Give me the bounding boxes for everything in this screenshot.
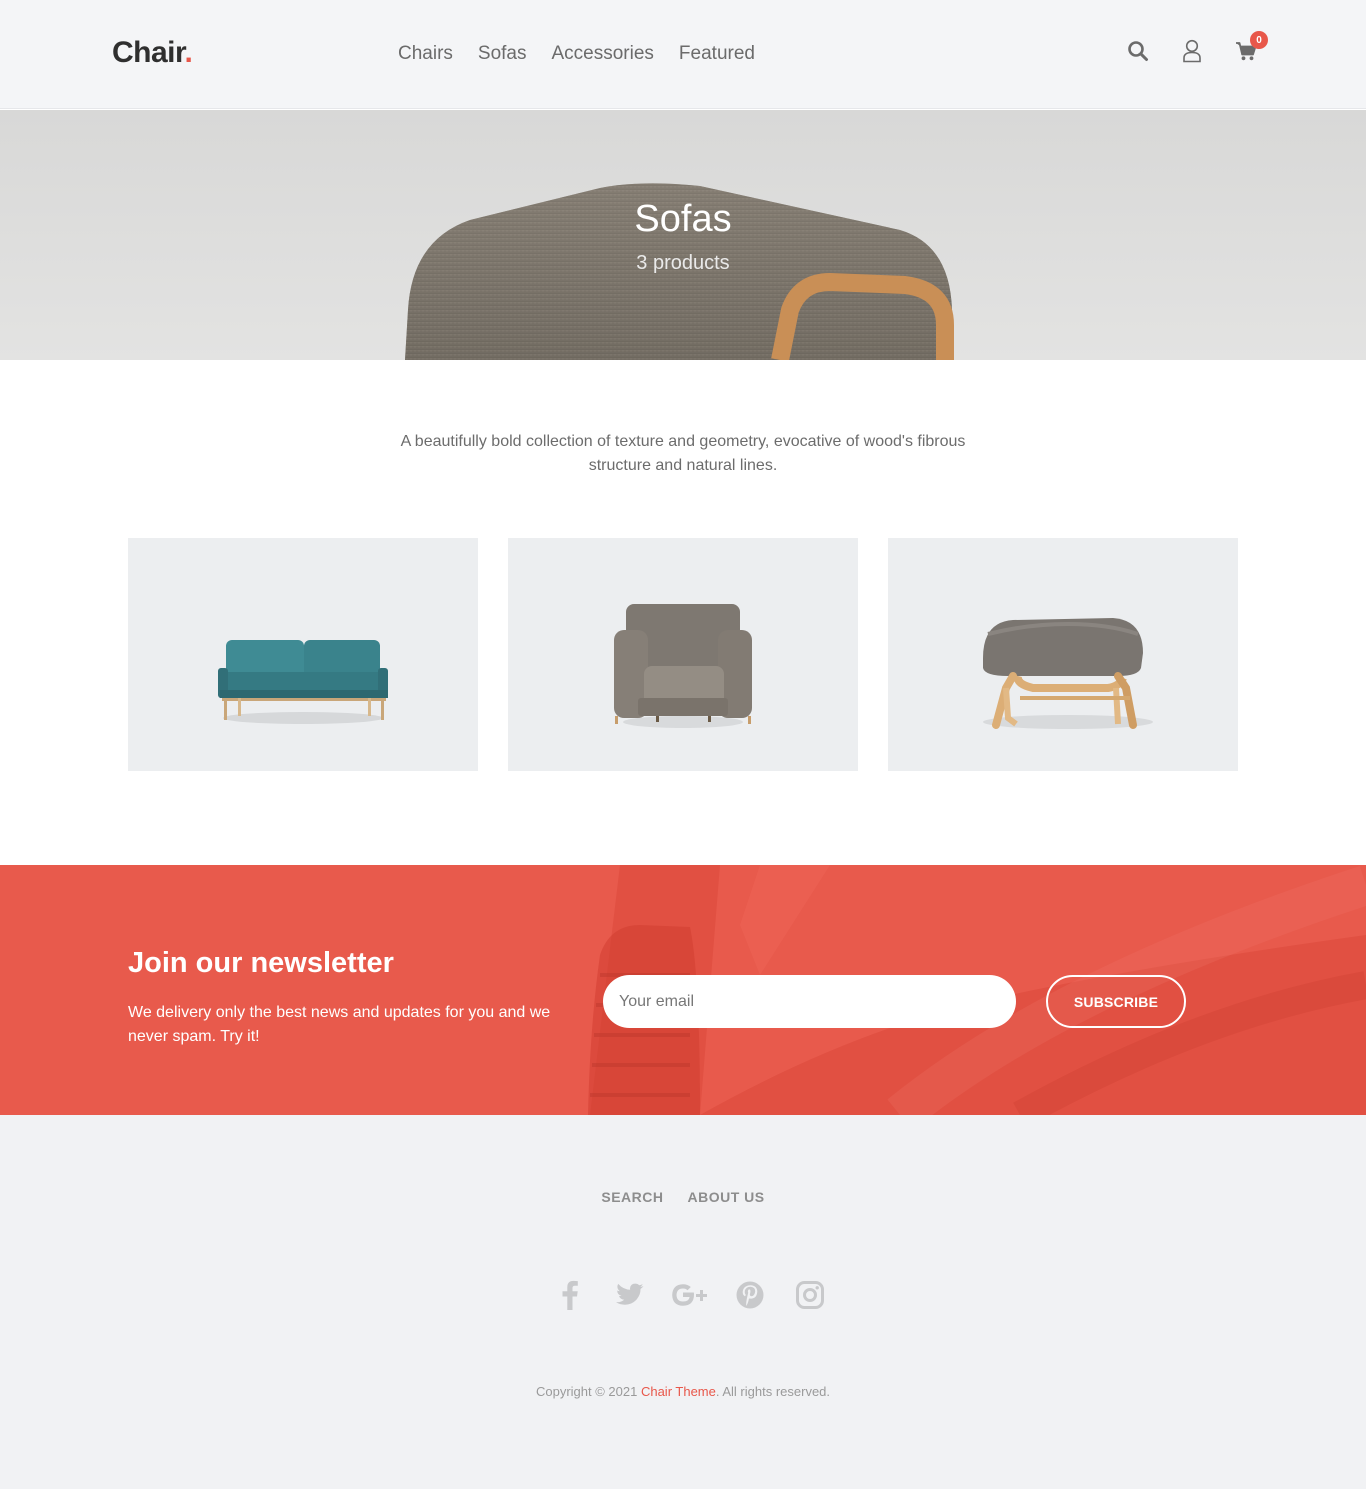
product-card-teal-sofa[interactable] [128, 538, 478, 771]
subscribe-button[interactable]: SUBSCRIBE [1046, 975, 1186, 1028]
footer-link-search[interactable]: SEARCH [601, 1189, 663, 1205]
product-card-grey-armchair[interactable] [508, 538, 858, 771]
nav-sofas[interactable]: Sofas [478, 43, 527, 65]
copyright: Copyright © 2021 Chair Theme. All rights… [0, 1384, 1366, 1399]
cart-count-badge: 0 [1250, 31, 1268, 49]
facebook-icon[interactable] [540, 1277, 600, 1313]
cart-icon[interactable]: 0 [1234, 31, 1268, 64]
nav-chairs[interactable]: Chairs [398, 43, 453, 65]
footer-link-about-us[interactable]: ABOUT US [688, 1189, 765, 1205]
nav-featured[interactable]: Featured [679, 43, 755, 65]
twitter-icon[interactable] [600, 1277, 660, 1313]
copyright-prefix: Copyright © 2021 [535, 1384, 641, 1399]
google-plus-icon[interactable] [660, 1277, 720, 1313]
newsletter-title: Join our newsletter [128, 947, 394, 979]
category-hero: Sofas 3 products [0, 110, 1366, 360]
email-field[interactable] [603, 975, 1016, 1028]
nav-accessories[interactable]: Accessories [552, 43, 654, 65]
footer-links: SEARCH ABOUT US [0, 1189, 1366, 1205]
logo-dot: . [184, 36, 193, 69]
header-icons: 0 [1126, 31, 1268, 64]
product-grid [128, 538, 1238, 771]
site-header: Chair. Chairs Sofas Accessories Featured… [0, 0, 1366, 109]
copyright-link[interactable]: Chair Theme [641, 1384, 716, 1399]
newsletter-text: We delivery only the best news and updat… [128, 1004, 551, 1045]
site-footer: SEARCH ABOUT US Copyright © 2021 Chair T… [0, 1115, 1366, 1489]
pinterest-icon[interactable] [720, 1277, 780, 1313]
main-nav: Chairs Sofas Accessories Featured [398, 43, 755, 65]
teal-sofa-image [218, 640, 388, 724]
page-title: Sofas [634, 198, 732, 240]
collection-description: A beautifully bold collection of texture… [400, 433, 966, 474]
logo-text: Chair [112, 36, 185, 69]
newsletter-section: Join our newsletter We delivery only the… [0, 865, 1366, 1115]
social-links [540, 1277, 840, 1313]
product-card-grey-ottoman[interactable] [888, 538, 1238, 771]
grey-ottoman-image [983, 618, 1153, 729]
user-icon[interactable] [1180, 38, 1204, 64]
copyright-suffix: . All rights reserved. [715, 1384, 831, 1399]
logo[interactable]: Chair. [112, 36, 193, 70]
grey-armchair-image [614, 604, 752, 728]
instagram-icon[interactable] [780, 1277, 840, 1313]
search-icon[interactable] [1126, 38, 1150, 64]
product-count: 3 products [636, 252, 730, 274]
